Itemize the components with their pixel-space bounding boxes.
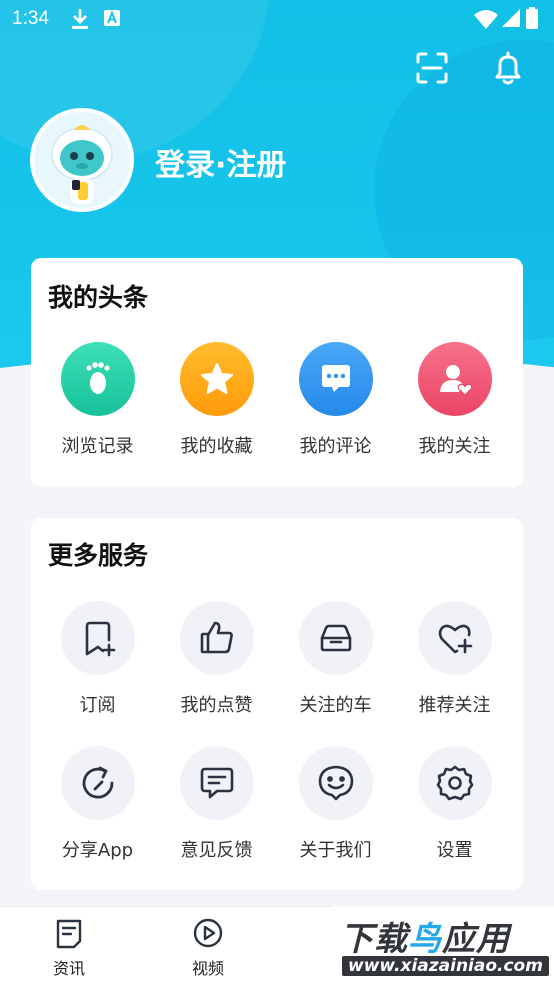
grid-item-label: 我的关注 xyxy=(418,436,491,457)
smile-icon xyxy=(298,746,373,820)
feedback-icon xyxy=(179,746,254,820)
tab-video[interactable]: 视频 xyxy=(168,917,248,979)
gear-icon xyxy=(417,746,492,820)
recommended-follows-button[interactable]: 推荐关注 xyxy=(395,601,514,717)
card-title: 更多服务 xyxy=(48,541,149,570)
status-bar: 1:34 xyxy=(0,0,554,38)
grid-item-label: 浏览记录 xyxy=(61,436,134,457)
watermark: 下载鸟应用 www.xiazainiao.com xyxy=(332,906,554,984)
wifi-icon xyxy=(474,10,498,29)
watermark-text: 应用 xyxy=(442,919,510,958)
share-icon xyxy=(60,746,135,820)
scan-icon[interactable] xyxy=(412,48,452,88)
tab-label: 视频 xyxy=(191,959,224,978)
grid-item-label: 我的点赞 xyxy=(180,695,253,716)
grid-item-label: 分享App xyxy=(61,840,134,861)
grid-item-label: 意见反馈 xyxy=(180,840,253,861)
grid-item-label: 我的收藏 xyxy=(180,436,253,457)
comments-button[interactable]: 我的评论 xyxy=(276,342,395,458)
watermark-url: www.xiazainiao.com xyxy=(342,956,549,976)
history-button[interactable]: 浏览记录 xyxy=(38,342,157,458)
watermark-title: 下载鸟应用 xyxy=(340,912,510,960)
heart-add-icon xyxy=(417,601,492,675)
battery-icon xyxy=(526,7,538,29)
subscribe-button[interactable]: 订阅 xyxy=(38,601,157,717)
video-icon xyxy=(193,918,223,948)
tab-label: 资讯 xyxy=(52,959,85,978)
news-icon xyxy=(56,919,82,949)
watermark-text: 下载 xyxy=(340,919,408,958)
login-register-link[interactable]: 登录·注册 xyxy=(155,140,286,184)
my-likes-button[interactable]: 我的点赞 xyxy=(157,601,276,717)
tab-news[interactable]: 资讯 xyxy=(29,917,109,979)
mascot-avatar-icon xyxy=(34,112,130,208)
follow-user-icon xyxy=(417,342,492,416)
about-us-button[interactable]: 关于我们 xyxy=(276,746,395,862)
footprint-icon xyxy=(60,342,135,416)
grid-item-label: 我的评论 xyxy=(299,436,372,457)
following-button[interactable]: 我的关注 xyxy=(395,342,514,458)
share-app-button[interactable]: 分享App xyxy=(38,746,157,862)
status-time: 1:34 xyxy=(12,8,49,29)
thumbs-up-icon xyxy=(179,601,254,675)
bookmark-add-icon xyxy=(60,601,135,675)
feedback-button[interactable]: 意见反馈 xyxy=(157,746,276,862)
avatar[interactable] xyxy=(30,108,134,212)
watermark-text: 鸟 xyxy=(408,919,442,958)
car-icon xyxy=(298,601,373,675)
signal-icon xyxy=(502,9,520,27)
favorites-button[interactable]: 我的收藏 xyxy=(157,342,276,458)
followed-cars-button[interactable]: 关注的车 xyxy=(276,601,395,717)
settings-button[interactable]: 设置 xyxy=(395,746,514,862)
grid-item-label: 关注的车 xyxy=(299,695,372,716)
grid-item-label: 关于我们 xyxy=(299,840,372,861)
app-notification-icon xyxy=(104,10,120,26)
my-toutiao-card: 我的头条 浏览记录 我的收藏 我的评论 我的关注 xyxy=(31,258,523,487)
star-icon xyxy=(179,342,254,416)
download-icon xyxy=(72,9,88,29)
bell-icon[interactable] xyxy=(488,48,528,88)
more-services-card: 更多服务 订阅 我的点赞 关注的车 推荐关注 分享App 意见反馈 关于我们 设… xyxy=(31,518,523,890)
comment-icon xyxy=(298,342,373,416)
grid-item-label: 设置 xyxy=(436,840,473,861)
grid-item-label: 订阅 xyxy=(79,695,116,716)
grid-item-label: 推荐关注 xyxy=(418,695,491,716)
card-title: 我的头条 xyxy=(48,283,149,312)
